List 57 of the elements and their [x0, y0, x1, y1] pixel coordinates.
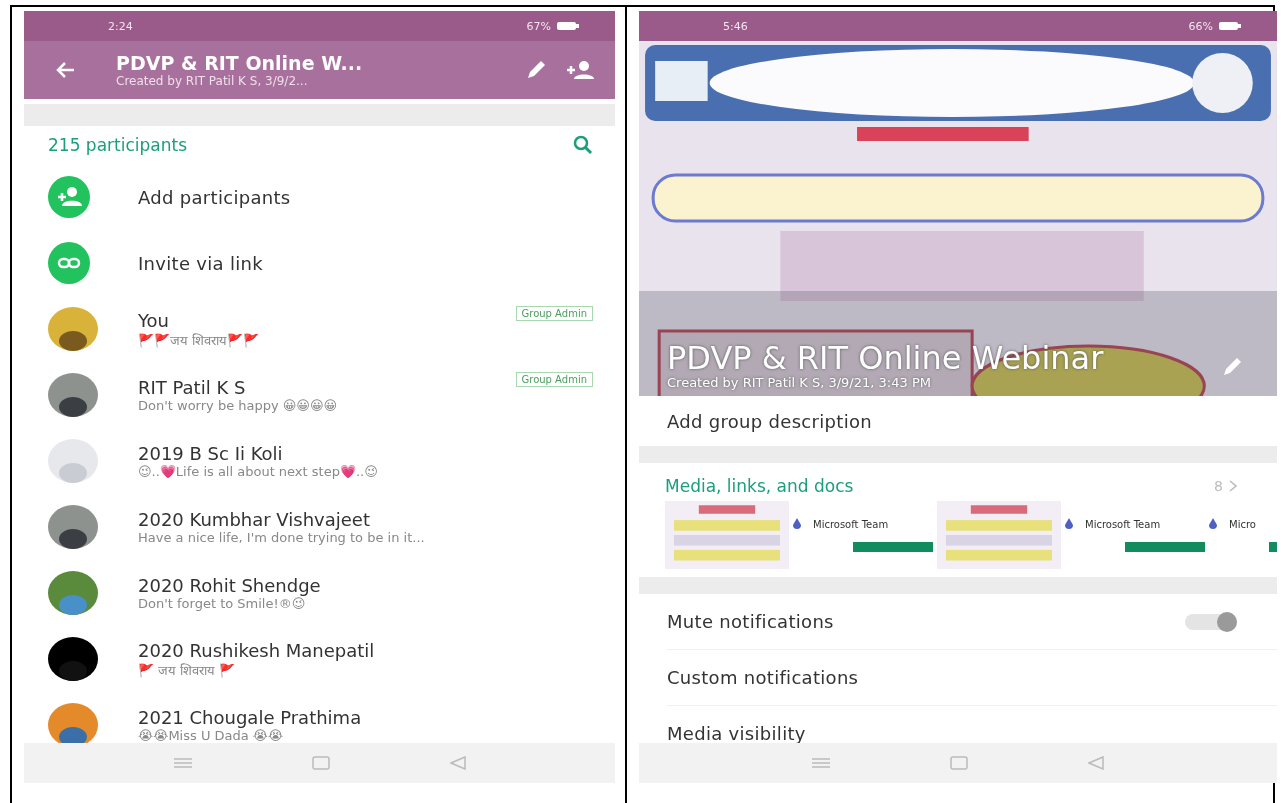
group-subtitle: Created by RIT Patil K S, 3/9/21, 3:43 PM	[667, 375, 932, 390]
action-item[interactable]: Add participants	[48, 164, 593, 230]
action-item[interactable]: Invite via link	[48, 230, 593, 296]
admin-badge: Group Admin	[515, 306, 593, 321]
open-button[interactable]	[853, 542, 933, 552]
status-time: 5:46	[723, 19, 748, 33]
chevron-right-icon[interactable]	[1229, 480, 1237, 492]
participant-status: 😉..💗Life is all about next step💗..😉	[138, 464, 379, 479]
participant-status: Have a nice life, I'm done trying to be in it...	[138, 530, 426, 545]
setting-item[interactable]: Custom notifications	[667, 650, 1277, 706]
home-icon[interactable]	[311, 756, 330, 770]
file-icon	[793, 518, 801, 530]
participants-count: 215 participants	[48, 135, 187, 155]
participant-name[interactable]: 2020 Rushikesh Manepatil	[138, 639, 593, 661]
participant-name[interactable]: 2021 Chougale Prathima	[138, 707, 593, 728]
participant-status: 🚩🚩जय शिवराय🚩🚩	[138, 331, 261, 349]
participant-name[interactable]: RIT Patil K S	[138, 377, 476, 398]
participant-status: Don't forget to Smile!®😉	[138, 596, 307, 611]
battery-level: 66%	[1188, 19, 1213, 33]
home-icon[interactable]	[950, 756, 968, 770]
participant-status: 🚩 जय शिवराय 🚩	[138, 661, 237, 679]
back-icon[interactable]	[54, 60, 76, 80]
document-card[interactable]: Microsoft Team	[793, 518, 933, 552]
toggle-switch[interactable]	[1185, 613, 1237, 630]
file-icon	[1209, 518, 1217, 530]
group-title[interactable]: PDVP & RIT Online W...	[116, 52, 507, 74]
link-icon	[48, 242, 90, 284]
participant-name[interactable]: 2019 B Sc Ii Koli	[138, 443, 593, 464]
open-button[interactable]	[1125, 542, 1205, 552]
menu-icon[interactable]	[173, 757, 192, 769]
admin-badge: Group Admin	[515, 372, 593, 387]
back-icon[interactable]	[449, 756, 466, 770]
battery-icon	[557, 21, 579, 31]
participant-status: 😭😭Miss U Dada 😭😭	[138, 728, 285, 743]
add-person-icon[interactable]	[565, 59, 595, 81]
battery-level: 67%	[526, 19, 551, 33]
battery-icon	[1219, 21, 1241, 31]
search-icon[interactable]	[573, 135, 593, 155]
document-title: Microsoft Team	[1085, 518, 1162, 530]
pencil-icon[interactable]	[1221, 356, 1243, 378]
participant-name[interactable]: You	[138, 309, 476, 331]
pencil-icon[interactable]	[525, 59, 547, 81]
description-field[interactable]: Add group description	[639, 396, 1277, 446]
participant-name[interactable]: 2020 Rohit Shendge	[138, 575, 593, 596]
status-time: 2:24	[108, 19, 133, 33]
add-person-icon	[48, 176, 90, 218]
menu-icon[interactable]	[812, 757, 830, 769]
participant-status: Don't worry be happy 😀😀😀😀	[138, 398, 338, 413]
document-title: Microsoft Team	[813, 518, 890, 530]
back-icon[interactable]	[1088, 756, 1104, 770]
file-icon	[1065, 518, 1073, 530]
setting-item[interactable]: Mute notifications	[667, 594, 1277, 650]
document-title: Micro	[1229, 518, 1257, 530]
group-subtitle: Created by RIT Patil K S, 3/9/2...	[116, 74, 309, 88]
document-card[interactable]: Microsoft Team	[1065, 518, 1205, 552]
document-card[interactable]: Micro	[1209, 518, 1277, 552]
participant-name[interactable]: 2020 Kumbhar Vishvajeet	[138, 509, 593, 530]
